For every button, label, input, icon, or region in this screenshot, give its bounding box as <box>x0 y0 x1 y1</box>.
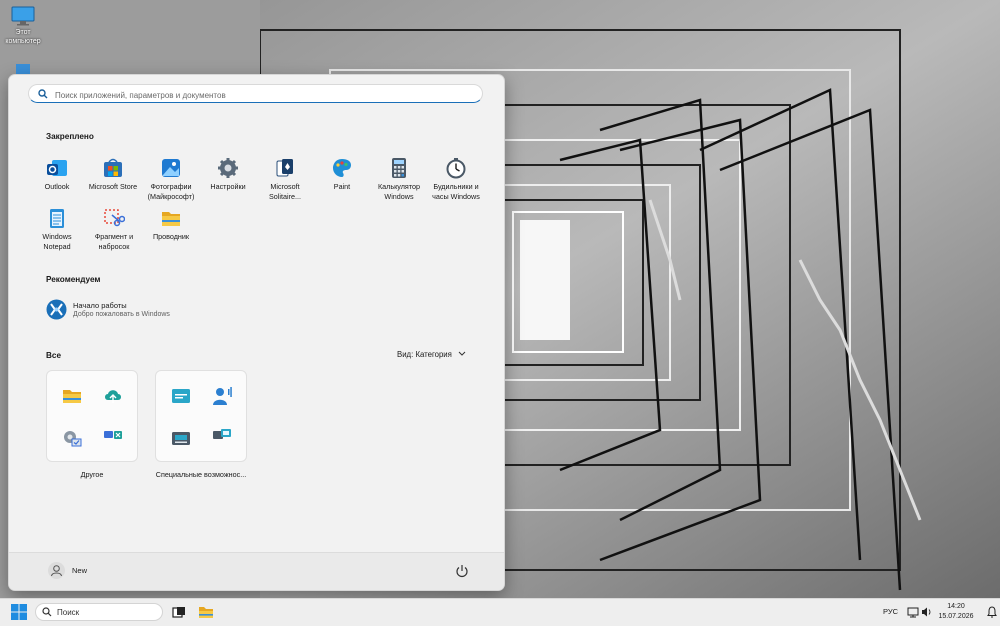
pinned-app-paint[interactable]: Paint <box>314 157 370 192</box>
pinned-app-photos[interactable]: Фотографии (Майкрософт) <box>143 157 199 201</box>
photos-icon <box>162 159 180 177</box>
paint-icon <box>333 159 351 177</box>
pinned-app-settings[interactable]: Настройки <box>200 157 256 192</box>
user-name[interactable]: New <box>72 566 87 575</box>
pinned-app-notepad[interactable]: Windows Notepad <box>29 207 85 251</box>
view-category-dropdown[interactable]: Вид: Категория <box>397 350 466 359</box>
recycle-bin-icon <box>16 64 30 74</box>
task-view-icon[interactable] <box>171 604 187 620</box>
category-label: Другое <box>80 470 104 479</box>
narrator-icon <box>213 387 232 405</box>
pinned-app-file-explorer[interactable]: Проводник <box>143 207 199 242</box>
solitaire-icon <box>276 159 293 177</box>
view-category-label: Вид: Категория <box>397 350 452 359</box>
settings-gear-icon <box>218 158 238 178</box>
pinned-app-label: Outlook <box>44 182 70 191</box>
keyboard-icon <box>172 432 190 445</box>
clock-time: 14:20 <box>947 603 965 610</box>
pinned-app-label: Microsoft Store <box>88 182 138 191</box>
power-icon[interactable] <box>454 563 470 579</box>
notepad-icon <box>50 209 64 228</box>
recommended-item-subtitle: Добро пожаловать в Windows <box>73 311 170 318</box>
folder-icon <box>63 390 81 403</box>
pinned-app-alarms[interactable]: Будильники и часы Windows <box>428 157 484 201</box>
desktop-icon-label: Этот компьютер <box>5 29 41 45</box>
pinned-app-store[interactable]: Microsoft Store <box>85 157 141 192</box>
recommended-item-title: Начало работы <box>73 301 127 310</box>
start-search-box[interactable] <box>28 84 483 103</box>
category-label: Специальные возможнос... <box>155 470 247 479</box>
pinned-app-label: Фотографии (Майкрософт) <box>147 182 195 201</box>
pinned-app-label: Проводник <box>152 232 190 241</box>
input-language-indicator[interactable]: РУС <box>883 607 898 616</box>
snipping-tool-icon <box>104 209 125 227</box>
file-explorer-icon <box>162 212 180 226</box>
all-apps-section-title: Все <box>46 351 62 360</box>
magnifier-icon <box>213 429 231 439</box>
category-folder-other[interactable] <box>46 370 138 462</box>
taskbar-search-label: Поиск <box>57 608 80 617</box>
outlook-icon <box>47 160 67 176</box>
on-screen-keyboard-icon <box>172 389 190 403</box>
category-folder-accessibility[interactable] <box>155 370 247 462</box>
start-search-input[interactable] <box>53 87 477 103</box>
settings-check-icon <box>64 431 82 447</box>
file-explorer-icon[interactable] <box>198 604 214 620</box>
pinned-app-label: Будильники и часы Windows <box>432 182 480 201</box>
get-started-icon <box>46 299 67 320</box>
notification-bell-icon[interactable] <box>987 606 997 618</box>
remote-connect-icon <box>104 431 122 439</box>
pinned-section-title: Закреплено <box>46 132 94 141</box>
taskbar: Поиск РУС 14:20 15.07.2026 <box>0 598 1000 626</box>
recommended-section-title: Рекомендуем <box>46 275 101 284</box>
pinned-app-label: Windows Notepad <box>42 232 72 251</box>
search-icon <box>38 89 48 99</box>
store-icon <box>104 158 122 177</box>
pinned-app-label: Фрагмент и набросок <box>94 232 134 251</box>
pinned-app-label: Microsoft Solitaire... <box>269 182 301 201</box>
pinned-app-calculator[interactable]: Калькулятор Windows <box>371 157 427 201</box>
pinned-app-snipping-tool[interactable]: Фрагмент и набросок <box>86 207 142 251</box>
pinned-app-label: Paint <box>333 182 351 191</box>
chevron-down-icon <box>458 351 466 356</box>
taskbar-clock[interactable]: 14:20 15.07.2026 <box>935 602 977 622</box>
desktop-icon-this-pc[interactable]: Этот компьютер <box>4 6 42 46</box>
pinned-app-solitaire[interactable]: Microsoft Solitaire... <box>257 157 313 201</box>
taskbar-search-box[interactable]: Поиск <box>35 603 163 621</box>
search-icon <box>42 607 52 617</box>
start-menu-footer: New <box>9 552 504 590</box>
monitor-icon <box>11 6 35 26</box>
windows-start-icon[interactable] <box>11 604 27 620</box>
cloud-upload-icon <box>105 390 121 403</box>
pinned-app-label: Настройки <box>210 182 246 191</box>
clock-date: 15.07.2026 <box>938 613 974 620</box>
calculator-icon <box>392 158 406 178</box>
pinned-app-label: Калькулятор Windows <box>377 182 421 201</box>
user-icon <box>51 565 62 577</box>
user-avatar[interactable] <box>48 562 65 579</box>
recommended-item-get-started[interactable]: Начало работы Добро пожаловать в Windows <box>46 299 246 323</box>
pinned-app-outlook[interactable]: Outlook <box>29 157 85 192</box>
start-menu: Закреплено Outlook Microsoft Store Фотог… <box>8 74 505 591</box>
volume-icon[interactable] <box>921 606 933 618</box>
network-icon[interactable] <box>907 606 919 618</box>
alarm-clock-icon <box>446 158 466 179</box>
